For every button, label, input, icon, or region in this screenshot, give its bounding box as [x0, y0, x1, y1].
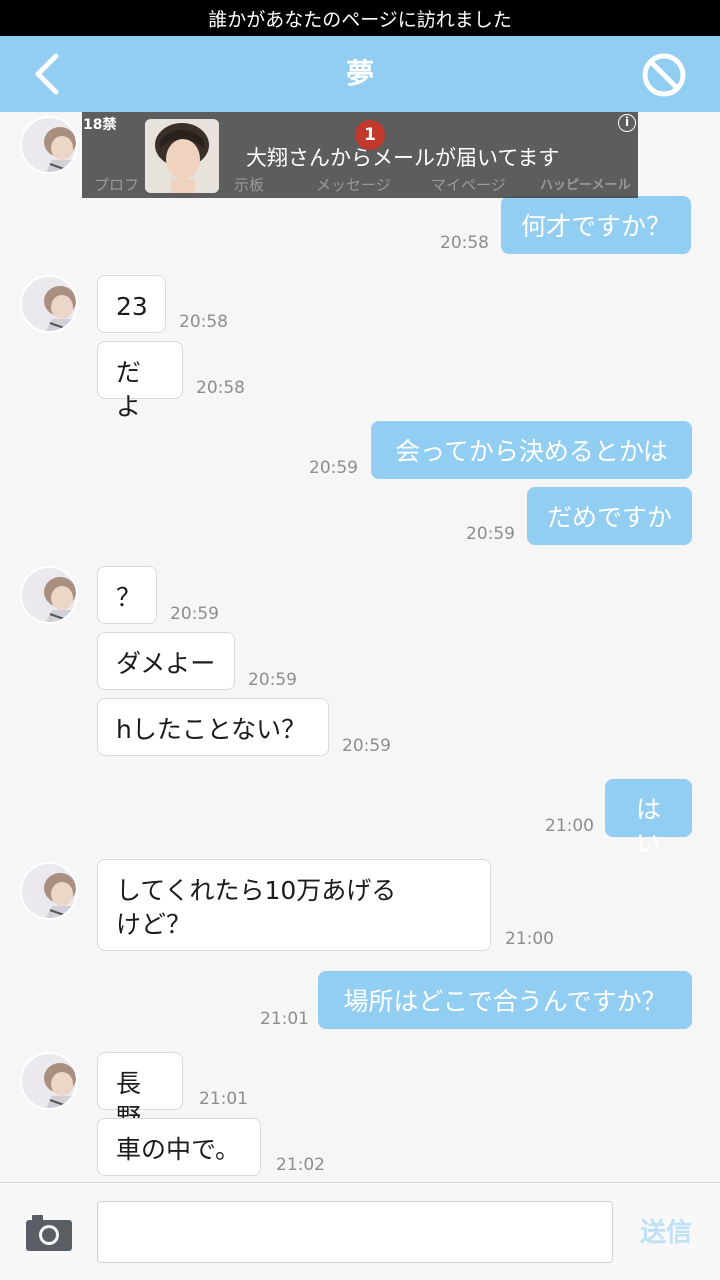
outgoing-message[interactable]: 何才ですか？ [501, 196, 691, 254]
message-time: 21:00 [545, 816, 594, 836]
avatar-photo-icon [22, 568, 76, 622]
visitor-notification-text: 誰かがあなたのページに訪れました [208, 8, 512, 31]
avatar-photo-icon [22, 864, 76, 918]
ad-profile-photo [145, 119, 219, 193]
message-time: 21:01 [260, 1009, 309, 1029]
notification-ad-banner[interactable]: プロフ 示板 メッセージ マイページ ハッピーメール 1 18禁 i 大翔さんか… [82, 112, 638, 198]
message-time: 21:00 [505, 929, 554, 949]
message-time: 20:59 [466, 524, 515, 544]
message-time: 20:58 [440, 233, 489, 253]
incoming-message[interactable]: 23 [97, 275, 166, 333]
incoming-message[interactable]: ダメよー [97, 632, 235, 690]
ad-bg-tab: マイページ [431, 176, 506, 194]
message-time: 20:58 [196, 378, 245, 398]
outgoing-message[interactable]: 会ってから決めるとかは [371, 421, 692, 479]
camera-icon [26, 1215, 72, 1251]
avatar[interactable] [20, 116, 78, 174]
incoming-message[interactable]: 長野 [97, 1052, 183, 1132]
avatar[interactable] [20, 275, 78, 333]
avatar-photo-icon [22, 277, 76, 331]
camera-button[interactable] [26, 1213, 72, 1251]
chat-screen: 誰かがあなたのページに訪れました 夢 何才ですか？ 20:58 23 20:58 [0, 0, 720, 1280]
message-time: 20:58 [179, 312, 228, 332]
incoming-message[interactable]: hしたことない？ [97, 698, 329, 756]
message-composer: 送信 [0, 1182, 720, 1280]
message-time: 20:59 [342, 736, 391, 756]
info-icon[interactable]: i [618, 114, 636, 132]
incoming-message[interactable]: してくれたら10万あげる けど？ [97, 859, 491, 951]
message-time: 20:59 [248, 670, 297, 690]
message-time: 21:02 [276, 1155, 325, 1175]
avatar-photo-icon [22, 118, 76, 172]
outgoing-message[interactable]: 場所はどこで合うんですか？ [318, 971, 692, 1029]
incoming-message[interactable]: 車の中で。 [97, 1118, 261, 1176]
avatar[interactable] [20, 566, 78, 624]
block-icon [642, 53, 686, 97]
page-title: 夢 [345, 57, 374, 90]
avatar-photo-icon [22, 1054, 76, 1108]
send-button[interactable]: 送信 [630, 1213, 702, 1253]
message-list[interactable]: 何才ですか？ 20:58 23 20:58 だよ 20:58 会ってから決めると… [0, 112, 720, 1182]
visitor-notification[interactable]: 誰かがあなたのページに訪れました [0, 0, 720, 36]
avatar[interactable] [20, 1052, 78, 1110]
incoming-message[interactable]: ？ [97, 566, 157, 624]
message-time: 21:01 [199, 1089, 248, 1109]
outgoing-message[interactable]: はい [605, 779, 692, 858]
ad-message-text: 大翔さんからメールが届いてます [246, 146, 560, 170]
avatar[interactable] [20, 862, 78, 920]
ad-bg-tab: プロフ [94, 176, 140, 194]
message-time: 20:59 [170, 604, 219, 624]
message-input[interactable] [97, 1201, 613, 1263]
profile-photo-icon [145, 119, 219, 193]
age-restriction-label: 18禁 [83, 117, 117, 133]
message-time: 20:59 [309, 458, 358, 478]
outgoing-message[interactable]: だめですか [527, 487, 692, 545]
block-button[interactable] [640, 51, 688, 99]
ad-bg-tab: ハッピーメール [540, 178, 631, 193]
incoming-message[interactable]: だよ [97, 341, 183, 421]
ad-bg-tab: 示板 [234, 176, 265, 194]
ad-bg-tab: メッセージ [316, 176, 391, 194]
chat-header: 夢 [0, 36, 720, 112]
